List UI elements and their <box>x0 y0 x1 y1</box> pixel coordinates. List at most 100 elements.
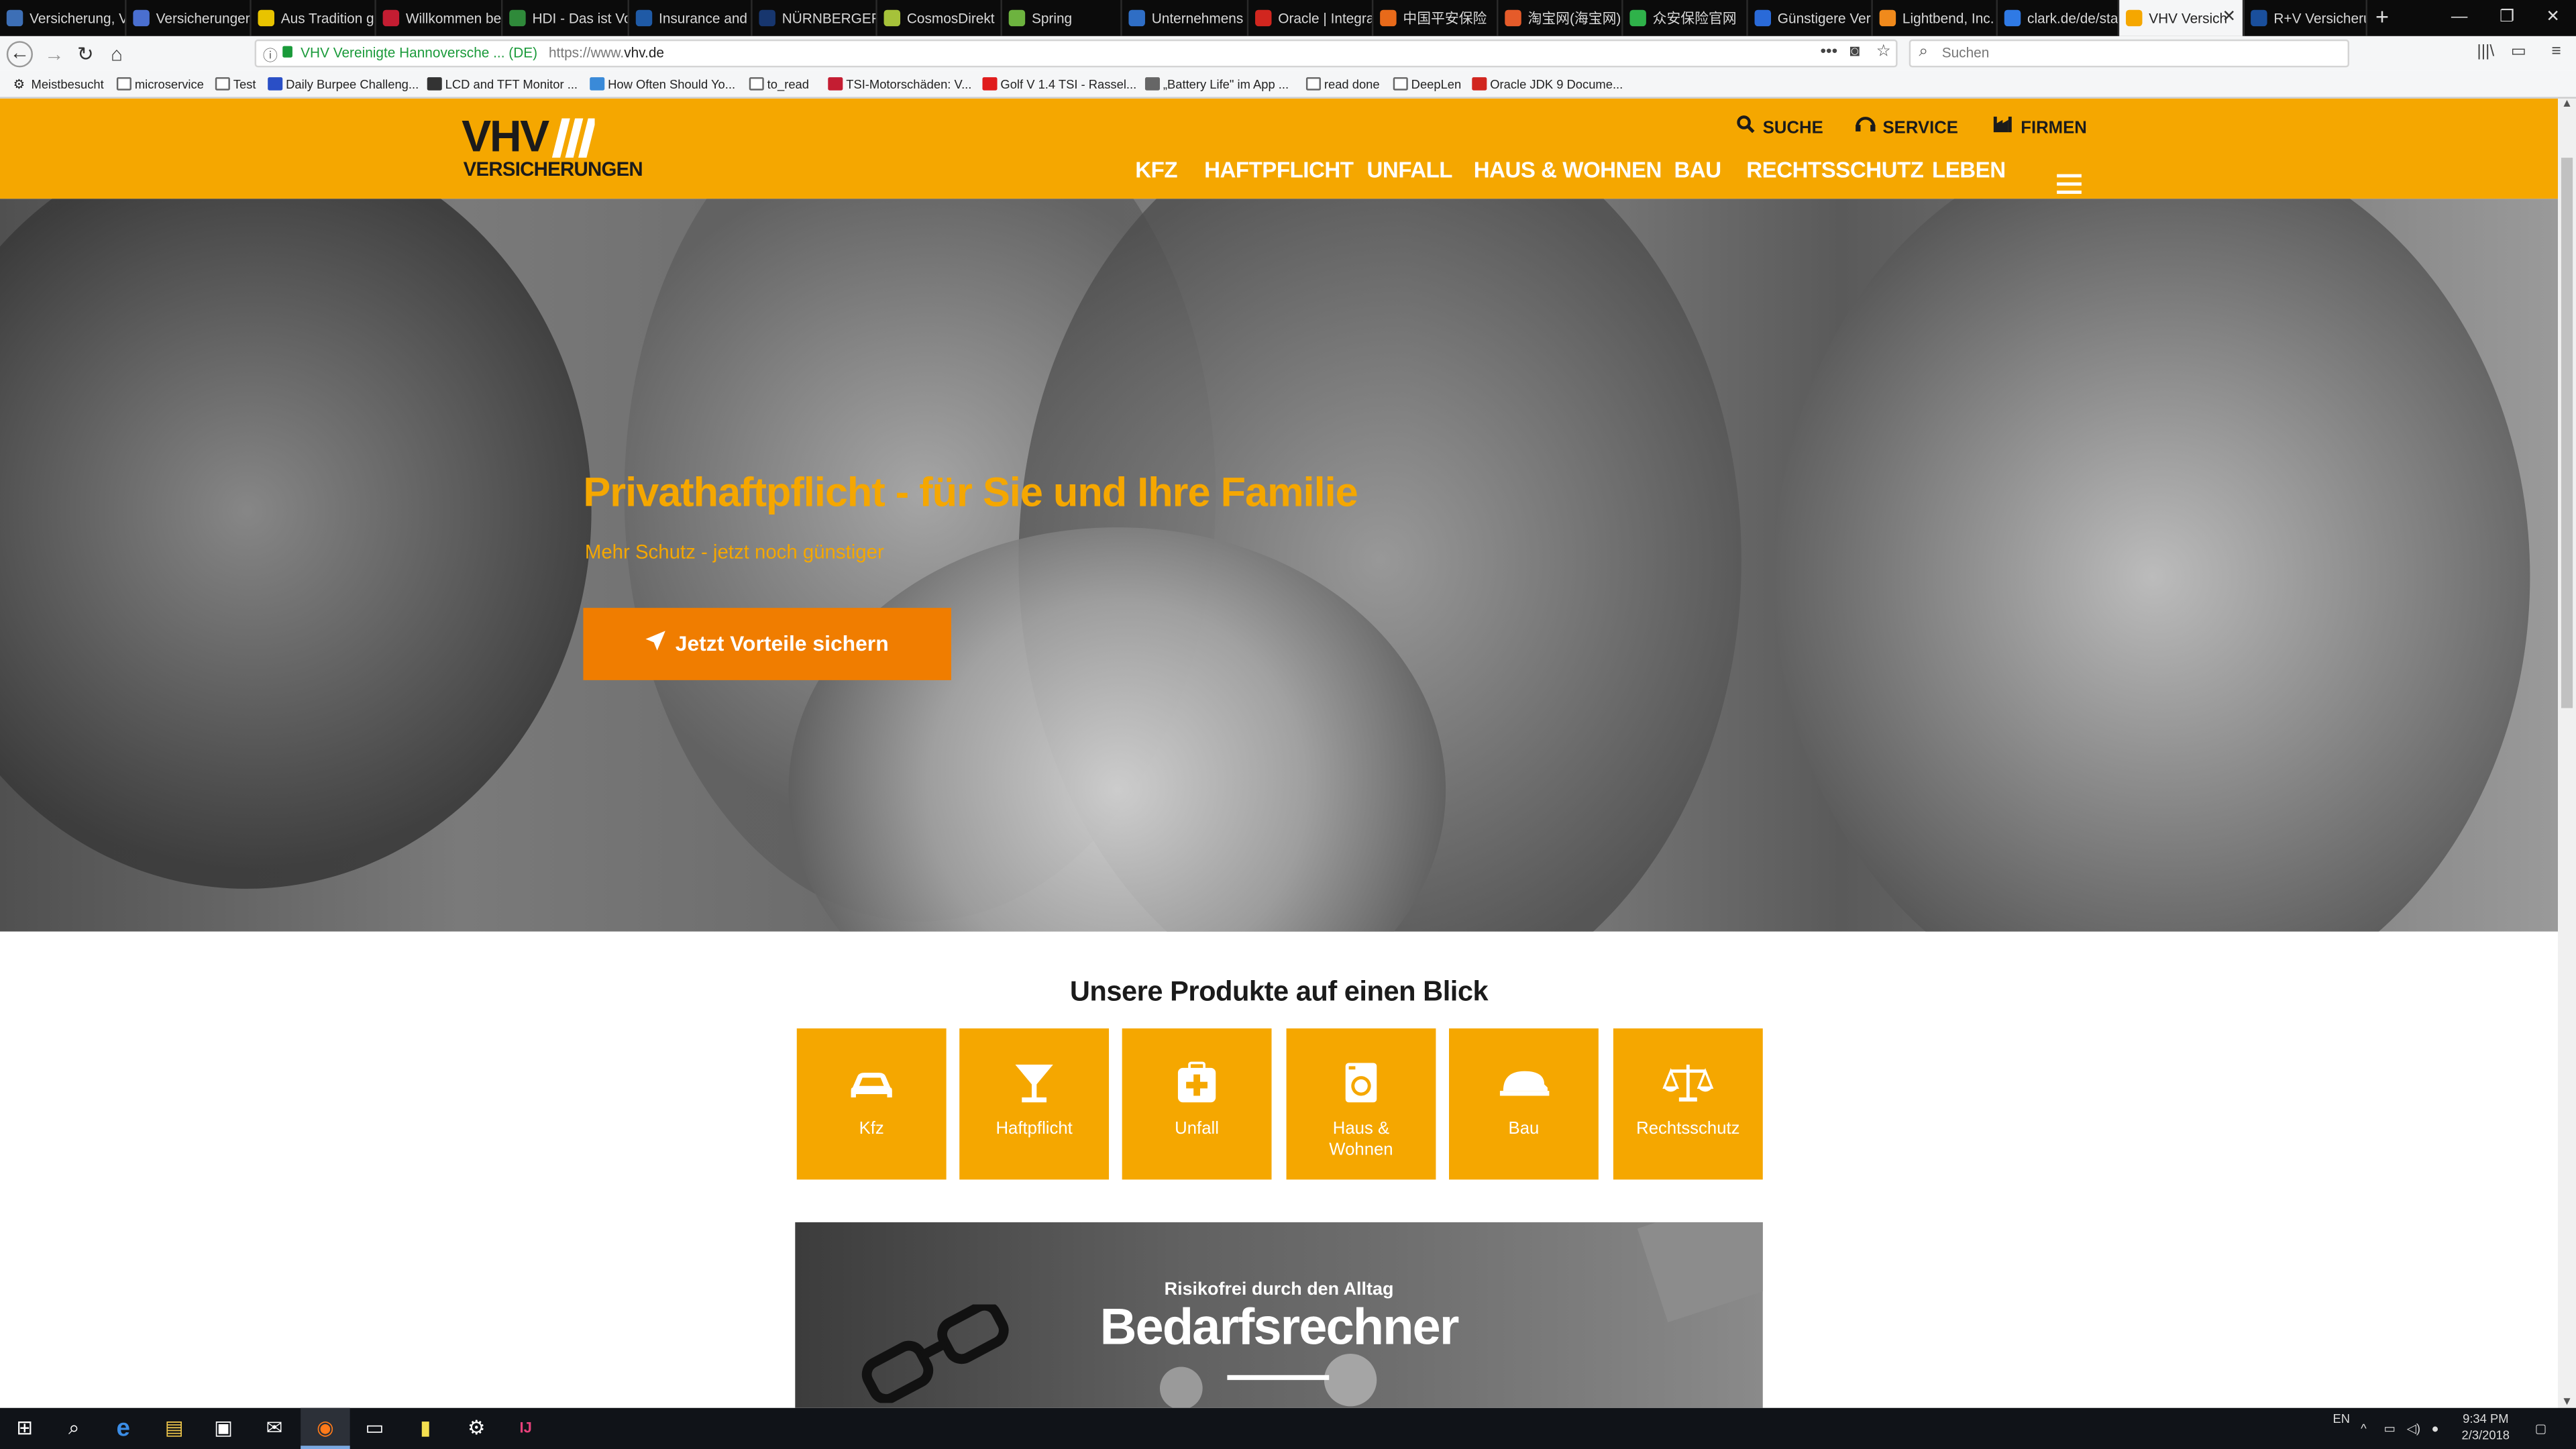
pocket-icon[interactable]: ◙ <box>1850 43 1860 61</box>
bookmark-item[interactable]: read done <box>1305 74 1380 95</box>
bookmark-item[interactable]: Golf V 1.4 TSI - Rassel... <box>982 74 1136 95</box>
nav-haus-wohnen[interactable]: HAUS & WOHNEN <box>1474 158 1662 182</box>
bookmark-item[interactable]: Oracle JDK 9 Docume... <box>1472 74 1623 95</box>
browser-tab[interactable]: NÜRNBERGER <box>753 0 877 36</box>
tray-chevron-icon[interactable]: ^ <box>2361 1408 2367 1449</box>
bedarfsrechner-banner[interactable]: Risikofrei durch den Alltag Bedarfsrechn… <box>795 1222 1763 1408</box>
browser-tab[interactable]: Willkommen be <box>376 0 503 36</box>
bookmark-item[interactable]: TSI-Motorschäden: V... <box>828 74 971 95</box>
input-language[interactable]: EN <box>2333 1398 2351 1439</box>
util-nav-search[interactable]: SUCHE <box>1735 115 1823 138</box>
weather-icon[interactable]: ● <box>2431 1408 2438 1449</box>
browser-tab[interactable]: clark.de/de/sta <box>1998 0 2120 36</box>
browser-tab[interactable]: 众安保险官网 <box>1623 0 1748 36</box>
taskbar-sticky-notes-icon[interactable]: ▮ <box>401 1408 450 1449</box>
nav-unfall[interactable]: UNFALL <box>1367 158 1453 182</box>
browser-tab[interactable]: Lightbend, Inc. <box>1873 0 1998 36</box>
reload-button[interactable]: ↻ <box>72 41 99 67</box>
taskbar-firefox-icon[interactable]: ◉ <box>301 1407 350 1449</box>
url-bar[interactable]: ⓘ VHV Vereinigte Hannoversche ... (DE) h… <box>254 39 1898 68</box>
browser-tab[interactable]: 中国平安保险 <box>1373 0 1499 36</box>
taskbar-start-icon[interactable]: ⊞ <box>0 1408 49 1449</box>
taskbar-store-icon[interactable]: ▣ <box>199 1408 248 1449</box>
product-tile-haus-wohnen[interactable]: Haus & Wohnen <box>1286 1028 1436 1180</box>
browser-tab[interactable]: Unternehmens <box>1122 0 1249 36</box>
bookmark-item[interactable]: LCD and TFT Monitor ... <box>427 74 578 95</box>
taskbar-window-icon[interactable]: ▭ <box>350 1408 399 1449</box>
taskbar-edge-icon[interactable]: e <box>99 1408 148 1449</box>
factory-icon <box>1993 115 2012 138</box>
taskbar-search-icon[interactable]: ⌕ <box>49 1408 98 1449</box>
system-clock[interactable]: 9:34 PM 2/3/2018 <box>2448 1411 2524 1444</box>
hamburger-menu-icon[interactable] <box>2057 174 2082 194</box>
nav-haftpflicht[interactable]: HAFTPFLICHT <box>1204 158 1354 182</box>
util-nav-firmen[interactable]: FIRMEN <box>1993 115 2087 138</box>
library-icon[interactable]: |||\ <box>2474 41 2497 64</box>
bookmark-label: to_read <box>767 77 809 93</box>
browser-tab[interactable]: R+V Versicheru <box>2244 0 2367 36</box>
search-input[interactable]: ⌕ Suchen <box>1909 39 2350 68</box>
bookmark-star-icon[interactable]: ☆ <box>1876 43 1891 61</box>
nav-bau[interactable]: BAU <box>1674 158 1722 182</box>
new-tab-button[interactable]: + <box>2367 0 2397 36</box>
scroll-down-icon[interactable]: ▼ <box>2560 1397 2575 1408</box>
minimize-button[interactable]: — <box>2434 0 2483 36</box>
nav-leben[interactable]: LEBEN <box>1932 158 2006 182</box>
logo[interactable]: VHV <box>462 113 549 160</box>
forward-button[interactable]: → <box>41 41 67 67</box>
site-identity[interactable]: VHV Vereinigte Hannoversche ... (DE) <box>301 44 537 60</box>
volume-icon[interactable]: ◁) <box>2407 1408 2420 1449</box>
nav-rechtsschutz[interactable]: RECHTSSCHUTZ <box>1746 158 1924 182</box>
page-actions-icon[interactable]: ••• <box>1820 43 1837 61</box>
bookmark-item[interactable]: Daily Burpee Challeng... <box>268 74 419 95</box>
browser-tab[interactable]: 淘宝网(海宝网) <box>1498 0 1623 36</box>
browser-tab[interactable]: Oracle | Integra <box>1248 0 1374 36</box>
url-text[interactable]: https://www.vhv.de <box>549 44 664 60</box>
browser-tab[interactable]: Versicherung, Vo <box>0 0 127 36</box>
bookmark-item[interactable]: Test <box>215 74 256 95</box>
network-icon[interactable]: ▭ <box>2383 1408 2395 1449</box>
taskbar-mail-icon[interactable]: ✉ <box>250 1408 299 1449</box>
bookmark-item[interactable]: ⚙ Meistbesucht <box>13 74 104 95</box>
util-nav-service[interactable]: SERVICE <box>1855 115 1958 138</box>
browser-tab[interactable]: CosmosDirekt <box>877 0 1002 36</box>
product-tile-bau[interactable]: Bau <box>1449 1028 1599 1180</box>
notifications-icon[interactable]: ▢ <box>2535 1408 2546 1449</box>
browser-tab[interactable]: Versicherungen <box>127 0 252 36</box>
browser-tab[interactable]: HDI - Das ist Vo <box>502 0 629 36</box>
product-tile-unfall[interactable]: Unfall <box>1122 1028 1272 1180</box>
bookmark-item[interactable]: DeepLen <box>1393 74 1461 95</box>
browser-tab[interactable]: Aus Tradition g <box>252 0 376 36</box>
bookmark-label: Oracle JDK 9 Docume... <box>1490 77 1623 93</box>
scrollbar-thumb[interactable] <box>2561 158 2573 708</box>
site-info-icon[interactable]: ⓘ <box>263 44 278 66</box>
product-tile-rechtsschutz[interactable]: Rechtsschutz <box>1613 1028 1763 1180</box>
close-tab-icon[interactable]: ✕ <box>2222 0 2237 36</box>
browser-tab-active[interactable]: VHV Versich ✕ <box>2119 0 2245 36</box>
util-nav-label: FIRMEN <box>2021 118 2087 138</box>
bookmark-item[interactable]: to_read <box>749 74 809 95</box>
restore-button[interactable]: ❐ <box>2482 0 2531 36</box>
nav-kfz[interactable]: KFZ <box>1135 158 1177 182</box>
scroll-up-icon[interactable]: ▲ <box>2560 99 2575 110</box>
taskbar-intellij-icon[interactable]: IJ <box>501 1408 550 1449</box>
headset-icon <box>1855 115 1876 138</box>
home-button[interactable]: ⌂ <box>103 41 129 67</box>
taskbar-settings-icon[interactable]: ⚙ <box>451 1408 500 1449</box>
back-button[interactable]: ← <box>6 41 33 68</box>
taskbar-file-explorer-icon[interactable]: ▤ <box>150 1408 199 1449</box>
product-tile-haftpflicht[interactable]: Haftpflicht <box>959 1028 1110 1180</box>
close-window-button[interactable]: ✕ <box>2528 0 2576 36</box>
page-scrollbar[interactable]: ▲ ▼ <box>2558 98 2576 1408</box>
cta-button[interactable]: Jetzt Vorteile sichern <box>583 608 951 680</box>
product-tile-kfz[interactable]: Kfz <box>796 1028 947 1180</box>
bookmark-item[interactable]: How Often Should Yo... <box>590 74 735 95</box>
browser-tab[interactable]: Insurance and <box>629 0 753 36</box>
bookmark-item[interactable]: „Battery Life" im App ... <box>1144 74 1289 95</box>
bookmark-item[interactable]: microservice <box>116 74 204 95</box>
sidebar-icon[interactable]: ▭ <box>2507 41 2530 64</box>
browser-tab[interactable]: Spring <box>1002 0 1122 36</box>
menu-icon[interactable]: ≡ <box>2544 41 2567 64</box>
browser-tab[interactable]: Günstigere Ver <box>1748 0 1873 36</box>
decor-circle <box>1159 1366 1203 1408</box>
